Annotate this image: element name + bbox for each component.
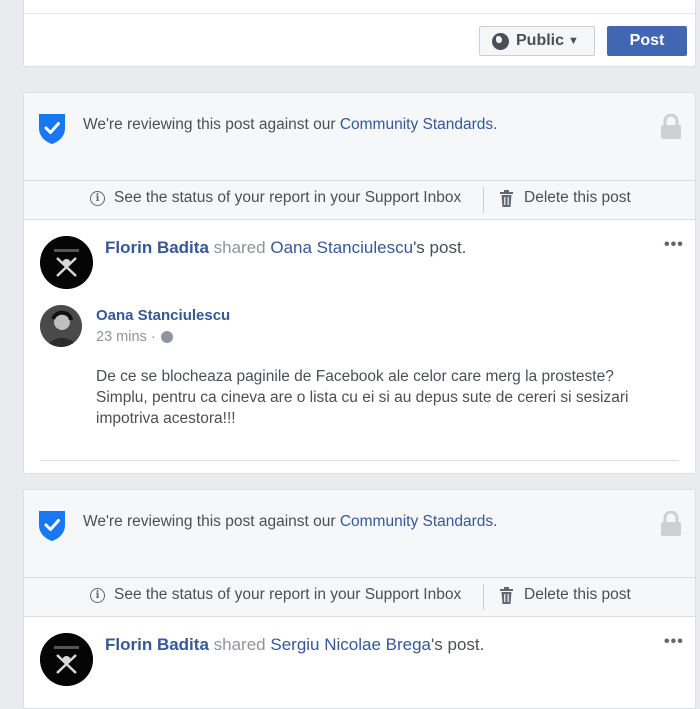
trash-icon xyxy=(500,586,513,604)
report-actions-bar: i See the status of your report in your … xyxy=(24,577,695,617)
composer-card: Public ▼ Post xyxy=(23,0,696,67)
author-name[interactable]: Florin Badita xyxy=(105,635,209,654)
inner-author-name[interactable]: Oana Stanciulescu xyxy=(96,307,230,324)
avatar-image xyxy=(40,236,93,289)
delete-post-button[interactable]: Delete this post xyxy=(500,189,631,207)
review-notice: We're reviewing this post against our Co… xyxy=(24,93,695,180)
shared-post-link[interactable]: 's post. xyxy=(413,238,466,257)
globe-icon xyxy=(492,32,509,50)
inner-post-meta: 23 mins · xyxy=(96,329,173,345)
actions-divider xyxy=(483,584,484,610)
post-header: Florin Badita shared Sergiu Nicolae Breg… xyxy=(105,635,485,654)
inner-avatar-image xyxy=(40,305,82,347)
privacy-selector-button[interactable]: Public ▼ xyxy=(479,26,595,56)
shared-post-link[interactable]: 's post. xyxy=(431,635,484,654)
avatar[interactable] xyxy=(40,633,93,686)
lock-icon xyxy=(661,114,681,139)
trash-icon xyxy=(500,189,513,207)
post-divider xyxy=(40,460,679,461)
post-card: We're reviewing this post against our Co… xyxy=(23,489,696,709)
info-icon: i xyxy=(90,587,105,603)
inner-avatar[interactable] xyxy=(40,305,82,347)
report-actions-bar: i See the status of your report in your … xyxy=(24,180,695,220)
actions-divider xyxy=(483,187,484,213)
delete-post-button[interactable]: Delete this post xyxy=(500,586,631,604)
post-card: We're reviewing this post against our Co… xyxy=(23,92,696,474)
info-icon: i xyxy=(90,190,105,206)
community-standards-link[interactable]: Community Standards xyxy=(340,513,493,530)
audience-globe-icon xyxy=(160,331,173,343)
lock-icon xyxy=(661,511,681,536)
left-rail xyxy=(0,0,22,700)
shield-check-icon xyxy=(39,511,65,541)
community-standards-link[interactable]: Community Standards xyxy=(340,116,493,133)
shared-owner-link[interactable]: Sergiu Nicolae Brega xyxy=(270,635,431,654)
privacy-label: Public xyxy=(516,32,565,49)
delete-post-label: Delete this post xyxy=(524,586,631,603)
post-button[interactable]: Post xyxy=(607,26,687,56)
more-options-icon[interactable]: ••• xyxy=(664,633,684,651)
author-name[interactable]: Florin Badita xyxy=(105,238,209,257)
shared-owner-link[interactable]: Oana Stanciulescu xyxy=(270,238,413,257)
avatar-image xyxy=(40,633,93,686)
delete-post-label: Delete this post xyxy=(524,189,631,206)
composer-divider xyxy=(24,13,695,14)
shield-check-icon xyxy=(39,114,65,144)
support-inbox-label: See the status of your report in your Su… xyxy=(114,586,462,603)
caret-down-icon: ▼ xyxy=(568,35,579,47)
post-text: De ce se blocheaza paginile de Facebook … xyxy=(96,368,629,427)
post-header: Florin Badita shared Oana Stanciulescu's… xyxy=(105,238,467,257)
review-notice: We're reviewing this post against our Co… xyxy=(24,490,695,577)
support-inbox-link[interactable]: i See the status of your report in your … xyxy=(90,586,461,604)
post-timestamp[interactable]: 23 mins xyxy=(96,329,147,345)
more-options-icon[interactable]: ••• xyxy=(664,236,684,254)
avatar[interactable] xyxy=(40,236,93,289)
support-inbox-link[interactable]: i See the status of your report in your … xyxy=(90,189,461,207)
review-notice-text: We're reviewing this post against our Co… xyxy=(83,513,498,530)
support-inbox-label: See the status of your report in your Su… xyxy=(114,189,462,206)
review-notice-text: We're reviewing this post against our Co… xyxy=(83,116,498,133)
